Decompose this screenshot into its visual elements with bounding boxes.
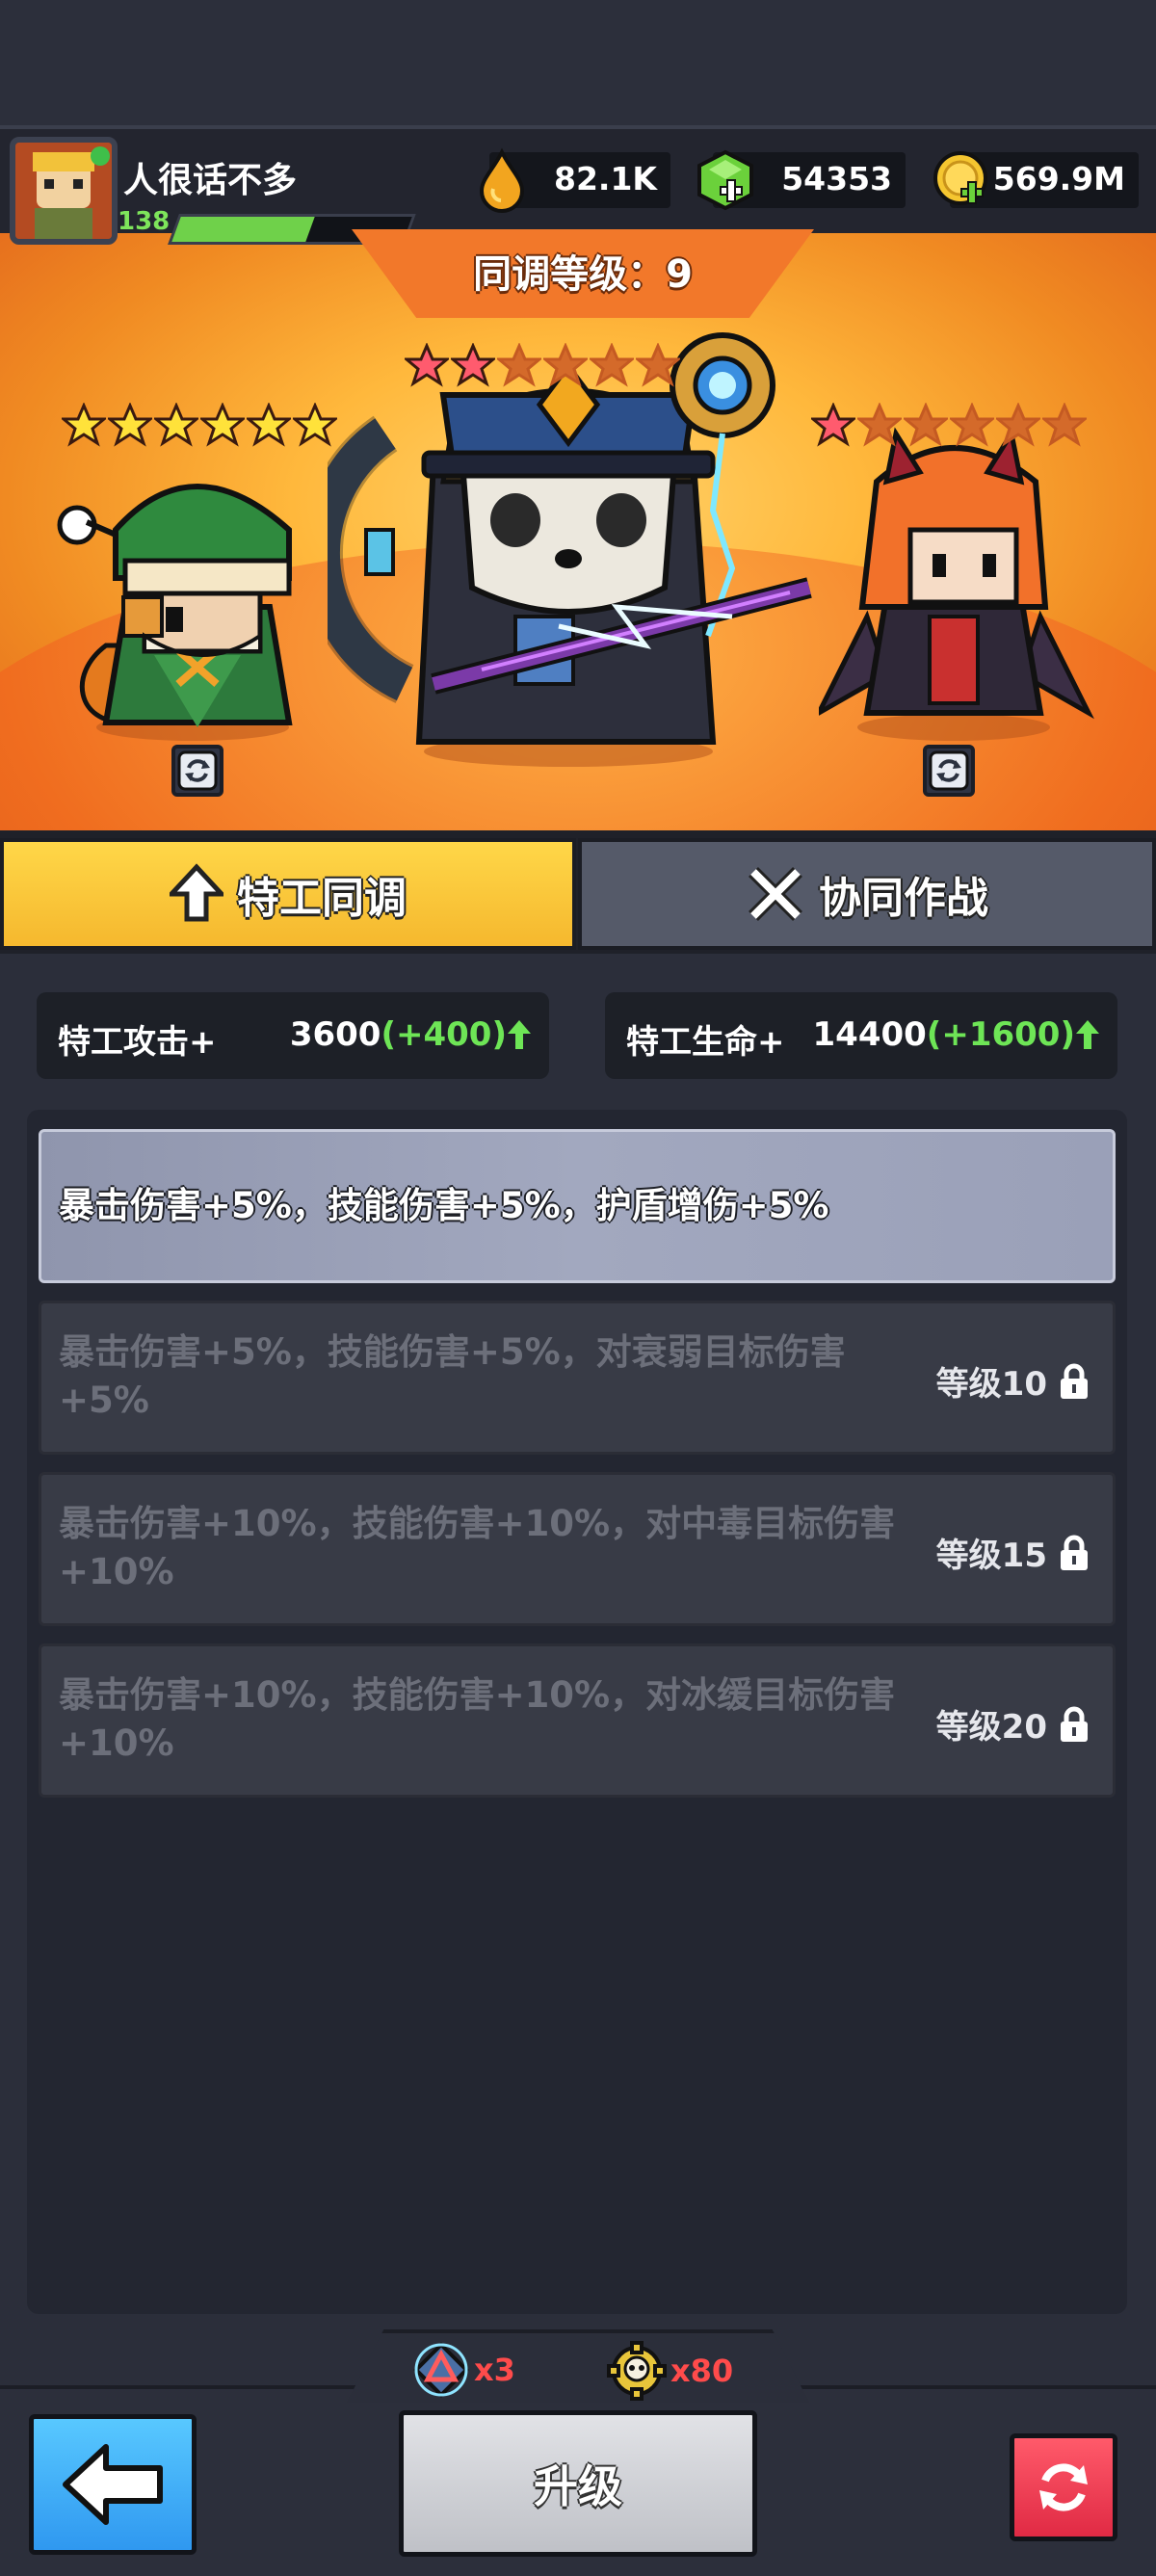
player-avatar[interactable]	[10, 137, 118, 245]
stat-attack: 特工攻击+ 3600 (+400)	[37, 992, 549, 1079]
right-character-stars	[811, 403, 1087, 447]
bonus-row-locked-15: 暴击伤害+10%，技能伤害+10%，对中毒目标伤害+10% 等级15	[39, 1472, 1116, 1626]
star-empty-icon	[1042, 403, 1087, 447]
player-level: 138	[118, 207, 171, 236]
bonus-lock-requirement: 等级15	[936, 1529, 1093, 1576]
tab-agent-sync-label: 特工同调	[237, 874, 407, 923]
currency-gem[interactable]: 54353	[697, 149, 906, 211]
unlock-level-label: 等级10	[935, 1365, 1047, 1404]
star-filled-icon	[108, 403, 152, 447]
upgrade-button-label: 升级	[534, 2460, 622, 2512]
top-safe-area	[0, 0, 1156, 125]
demon-girl-character[interactable]	[819, 424, 1098, 742]
sync-bonus-panel: 暴击伤害+5%，技能伤害+5%，护盾增伤+5% 暴击伤害+5%，技能伤害+5%，…	[27, 1110, 1127, 2314]
stat-hp-name: 特工生命+	[626, 1023, 785, 1062]
star-filled-icon	[405, 343, 449, 387]
bonus-text: 暴击伤害+10%，技能伤害+10%，对中毒目标伤害+10%	[59, 1503, 896, 1592]
tab-agent-sync[interactable]: 特工同调	[0, 838, 576, 950]
right-swap-button[interactable]	[923, 745, 975, 797]
star-empty-icon	[950, 403, 994, 447]
green-up-arrow-icon	[1076, 1020, 1099, 1049]
stat-hp-bonus: (+1600)	[926, 1015, 1075, 1054]
swap-icon	[929, 750, 969, 791]
star-empty-icon	[543, 343, 588, 387]
bonus-row-locked-20: 暴击伤害+10%，技能伤害+10%，对冰缓目标伤害+10% 等级20	[39, 1643, 1116, 1798]
back-button[interactable]	[29, 2414, 197, 2555]
stat-attack-value-group: 3600 (+400)	[290, 1015, 532, 1054]
bonus-text: 暴击伤害+5%，技能伤害+5%，护盾增伤+5%	[59, 1185, 829, 1226]
lock-icon	[1061, 1706, 1088, 1742]
star-filled-icon	[811, 403, 855, 447]
gear-skull-icon	[607, 2341, 667, 2401]
cost-item-1: x3	[412, 2341, 515, 2399]
stat-hp-value-group: 14400 (+1600)	[813, 1015, 1101, 1054]
sync-level-label: 同调等级：9	[473, 252, 693, 297]
currency-drop-value: 82.1K	[554, 160, 657, 197]
tab-bar: 特工同调 协同作战	[0, 830, 1156, 954]
bonus-text: 暴击伤害+5%，技能伤害+5%，对衰弱目标伤害+5%	[59, 1331, 846, 1421]
bonus-lock-requirement: 等级20	[936, 1700, 1093, 1748]
refresh-icon	[1039, 2463, 1088, 2511]
bonus-row-unlocked: 暴击伤害+5%，技能伤害+5%，护盾增伤+5%	[39, 1129, 1116, 1283]
star-filled-icon	[293, 403, 337, 447]
gem-icon	[697, 149, 753, 211]
star-empty-icon	[996, 403, 1040, 447]
left-character-stars	[62, 403, 337, 447]
xp-fill	[171, 217, 315, 242]
stat-hp: 特工生命+ 14400 (+1600)	[605, 992, 1117, 1079]
unlock-level-label: 等级15	[935, 1537, 1047, 1575]
up-arrow-icon	[170, 863, 223, 922]
cost-item-1-amount: x3	[474, 2352, 515, 2388]
bonus-row-locked-10: 暴击伤害+5%，技能伤害+5%，对衰弱目标伤害+5% 等级10	[39, 1301, 1116, 1455]
bonus-text: 暴击伤害+10%，技能伤害+10%，对冰缓目标伤害+10%	[59, 1674, 896, 1764]
green-up-arrow-icon	[508, 1020, 531, 1049]
elf-character[interactable]	[48, 453, 308, 742]
swap-icon	[177, 750, 218, 791]
star-filled-icon	[200, 403, 245, 447]
star-empty-icon	[636, 343, 680, 387]
stat-attack-value: 3600	[289, 1015, 381, 1054]
back-arrow-icon	[63, 2444, 163, 2525]
star-empty-icon	[904, 403, 948, 447]
tab-cooperative-battle-label: 协同作战	[819, 874, 988, 923]
star-empty-icon	[497, 343, 541, 387]
center-character-stars	[405, 343, 680, 387]
star-empty-icon	[590, 343, 634, 387]
player-name: 人很话不多	[123, 161, 298, 200]
sync-crystal-icon	[413, 2342, 469, 2398]
stat-attack-bonus: (+400)	[381, 1015, 507, 1054]
lock-icon	[1061, 1535, 1088, 1570]
reset-button[interactable]	[1010, 2433, 1117, 2541]
star-empty-icon	[857, 403, 902, 447]
cost-item-2-amount: x80	[670, 2353, 734, 2389]
drop-icon	[479, 147, 525, 213]
star-filled-icon	[62, 403, 106, 447]
lock-icon	[1061, 1363, 1088, 1399]
upgrade-button[interactable]: 升级	[399, 2410, 757, 2557]
stat-attack-name: 特工攻击+	[58, 1023, 217, 1062]
cost-item-2: x80	[607, 2341, 733, 2401]
tab-cooperative-battle[interactable]: 协同作战	[578, 838, 1156, 950]
left-swap-button[interactable]	[171, 745, 223, 797]
star-filled-icon	[451, 343, 495, 387]
crossed-swords-icon	[749, 867, 802, 921]
currency-coin-value: 569.9M	[992, 160, 1125, 197]
stat-hp-value: 14400	[812, 1015, 927, 1054]
coin-icon	[933, 151, 987, 205]
star-filled-icon	[247, 403, 291, 447]
unlock-level-label: 等级20	[935, 1708, 1047, 1747]
currency-gem-value: 54353	[781, 160, 892, 197]
bonus-lock-requirement: 等级10	[936, 1357, 1093, 1405]
currency-drop[interactable]: 82.1K	[479, 147, 670, 213]
star-filled-icon	[154, 403, 198, 447]
currency-coin[interactable]: 569.9M	[933, 151, 1139, 208]
